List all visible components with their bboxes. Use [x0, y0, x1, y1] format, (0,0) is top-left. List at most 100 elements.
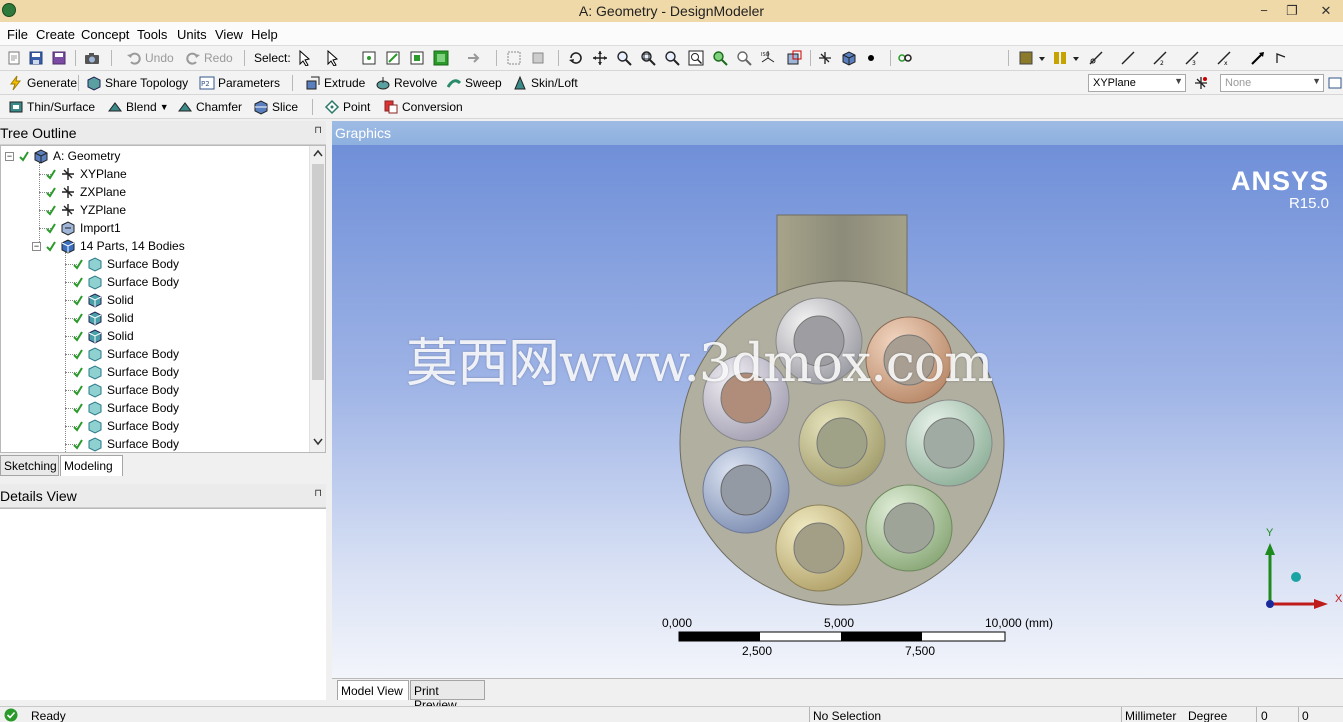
- conversion-button[interactable]: Conversion: [383, 98, 463, 116]
- tree-item-body[interactable]: Solid: [73, 291, 134, 309]
- view-cube-icon[interactable]: [786, 50, 802, 66]
- new-sketch-icon[interactable]: [1327, 75, 1343, 91]
- tangent-line-icon[interactable]: [1120, 50, 1136, 66]
- new-document-icon[interactable]: [6, 50, 22, 66]
- tab-model-view[interactable]: Model View: [337, 680, 409, 700]
- undo-button[interactable]: Undo: [126, 49, 174, 67]
- box-select-icon[interactable]: [506, 50, 522, 66]
- zoom-to-fit-green-icon[interactable]: [712, 50, 728, 66]
- isometric-view-icon[interactable]: ISO: [760, 50, 776, 66]
- tree-item-xyplane[interactable]: XYPlane: [46, 165, 127, 183]
- tree-item-body[interactable]: Surface Body: [73, 381, 179, 399]
- display-point-icon[interactable]: [863, 50, 879, 66]
- look-at-icon[interactable]: [897, 50, 913, 66]
- blend-button[interactable]: Blend ▼: [107, 98, 169, 116]
- save-icon[interactable]: [28, 50, 44, 66]
- plane-select[interactable]: XYPlane ▼: [1088, 74, 1186, 92]
- tree-item-body[interactable]: Surface Body: [73, 255, 179, 273]
- tree-item-body[interactable]: Surface Body: [73, 345, 179, 363]
- tree-item-body[interactable]: Surface Body: [73, 435, 179, 453]
- menu-units[interactable]: Units: [177, 27, 207, 42]
- box-select-alt-icon[interactable]: [530, 50, 546, 66]
- skin-loft-button[interactable]: Skin/Loft: [512, 74, 578, 92]
- tab-modeling[interactable]: Modeling: [60, 455, 123, 476]
- tree-scrollbar[interactable]: [309, 146, 325, 452]
- line-3-icon[interactable]: 3: [1184, 50, 1200, 66]
- scroll-down-icon[interactable]: [313, 438, 323, 446]
- tree-item-import1[interactable]: Import1: [46, 219, 121, 237]
- tree-item-body[interactable]: Solid: [73, 327, 134, 345]
- tree-item-body[interactable]: Surface Body: [73, 363, 179, 381]
- redo-button[interactable]: Redo: [185, 49, 233, 67]
- zoom-icon[interactable]: [616, 50, 632, 66]
- pin-icon[interactable]: ⊓: [314, 488, 322, 499]
- tree-item-zxplane[interactable]: ZXPlane: [46, 183, 126, 201]
- revolve-button[interactable]: Revolve: [375, 74, 437, 92]
- tree-item-body[interactable]: Solid: [73, 309, 134, 327]
- line-x-icon[interactable]: x: [1216, 50, 1232, 66]
- magnifier-icon[interactable]: [736, 50, 752, 66]
- face-filter-icon[interactable]: [409, 50, 425, 66]
- arrow-tool-icon[interactable]: [1250, 50, 1266, 66]
- menu-create[interactable]: Create: [36, 27, 75, 42]
- select-cursor-icon[interactable]: [297, 50, 313, 66]
- body-filter-icon[interactable]: [433, 50, 449, 66]
- display-model-icon[interactable]: [841, 50, 857, 66]
- tree-item-geometry[interactable]: A: Geometry: [19, 147, 120, 165]
- menu-file[interactable]: File: [7, 27, 28, 42]
- zoom-fit-icon[interactable]: [664, 50, 680, 66]
- thin-surface-button[interactable]: Thin/Surface: [8, 98, 95, 116]
- scroll-up-icon[interactable]: [313, 149, 323, 157]
- restore-button[interactable]: ❐: [1278, 1, 1306, 20]
- graphics-viewport[interactable]: ANSYS R15.0 莫西网www.3dmox.com 0,000 5,000…: [332, 145, 1343, 678]
- camera-icon[interactable]: [84, 50, 100, 66]
- menu-view[interactable]: View: [215, 27, 243, 42]
- sketch-select[interactable]: None ▼: [1220, 74, 1324, 92]
- tab-print-preview[interactable]: Print Preview: [410, 680, 485, 712]
- column-color-dropdown-icon[interactable]: [1068, 50, 1084, 66]
- parameters-button[interactable]: P2 Parameters: [199, 74, 280, 92]
- column-color-icon[interactable]: [1052, 50, 1068, 66]
- box-zoom-icon[interactable]: [640, 50, 656, 66]
- extend-selection-icon[interactable]: [466, 50, 482, 66]
- extrude-button[interactable]: Extrude: [305, 74, 365, 92]
- line-tool-icon[interactable]: [1088, 50, 1104, 66]
- svg-text:P2: P2: [201, 80, 210, 88]
- tree-item-yzplane[interactable]: YZPlane: [46, 201, 126, 219]
- new-plane-icon[interactable]: [1193, 75, 1209, 91]
- box-color-icon[interactable]: [1018, 50, 1034, 66]
- close-button[interactable]: ✕: [1312, 1, 1340, 20]
- tree-item-body[interactable]: Surface Body: [73, 417, 179, 435]
- select-mode-icon[interactable]: [325, 50, 341, 66]
- line-2-icon[interactable]: 2: [1152, 50, 1168, 66]
- triad-icon[interactable]: [817, 50, 833, 66]
- chamfer-button[interactable]: Chamfer: [177, 98, 242, 116]
- collapse-toggle[interactable]: −: [5, 152, 14, 161]
- menu-help[interactable]: Help: [251, 27, 278, 42]
- point-button[interactable]: Point: [324, 98, 370, 116]
- zoom-window-icon[interactable]: [688, 50, 704, 66]
- slice-button[interactable]: Slice: [253, 98, 298, 116]
- sweep-button[interactable]: Sweep: [446, 74, 502, 92]
- tree-item-body[interactable]: Surface Body: [73, 399, 179, 417]
- edge-filter-icon[interactable]: [385, 50, 401, 66]
- share-topology-button[interactable]: Share Topology: [86, 74, 188, 92]
- point-filter-icon[interactable]: [361, 50, 377, 66]
- plane-tool-icon[interactable]: [1274, 50, 1290, 66]
- menu-tools[interactable]: Tools: [137, 27, 167, 42]
- tab-sketching[interactable]: Sketching: [0, 455, 59, 476]
- scroll-thumb[interactable]: [312, 164, 324, 380]
- tree-item-body[interactable]: Surface Body: [73, 273, 179, 291]
- pan-icon[interactable]: [592, 50, 608, 66]
- minimize-button[interactable]: −: [1250, 1, 1278, 20]
- box-color-dropdown-icon[interactable]: [1034, 50, 1050, 66]
- generate-button[interactable]: Generate: [8, 74, 77, 92]
- isometric-ball[interactable]: [1291, 572, 1301, 582]
- save-as-icon[interactable]: [51, 50, 67, 66]
- collapse-toggle[interactable]: −: [32, 242, 41, 251]
- pin-icon[interactable]: ⊓: [314, 125, 322, 136]
- menu-concept[interactable]: Concept: [81, 27, 129, 42]
- svg-text:2: 2: [1160, 60, 1164, 66]
- tree-item-parts[interactable]: 14 Parts, 14 Bodies: [46, 237, 185, 255]
- rotate-icon[interactable]: [568, 50, 584, 66]
